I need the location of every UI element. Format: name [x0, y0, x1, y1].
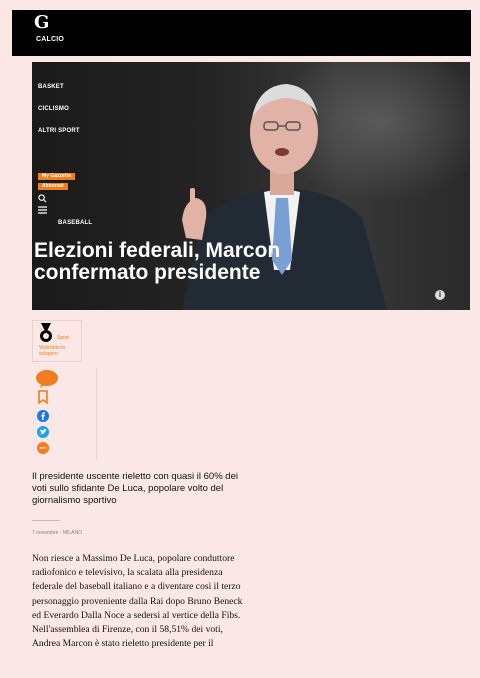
sport-box[interactable]: Sport Vedi tutto lo sciopero	[32, 320, 82, 362]
nav-item-calcio[interactable]: CALCIO	[36, 36, 64, 43]
more-icon[interactable]	[37, 442, 49, 454]
bookmark-icon[interactable]	[38, 390, 48, 404]
medal-icon	[40, 323, 52, 342]
my-gazzetta-button[interactable]: My Gazzetta	[38, 173, 75, 180]
article-lede: Il presidente uscente rieletto con quasi…	[32, 471, 238, 506]
gazzetta-logo[interactable]: G	[34, 14, 49, 32]
hero-image: BASKET CICLISMO ALTRI SPORT My Gazzetta …	[32, 62, 470, 310]
search-icon[interactable]	[38, 194, 47, 203]
nav-item-ciclismo[interactable]: CICLISMO	[38, 106, 69, 112]
article-dateline: 7 novembre - MILANO	[32, 530, 83, 536]
top-navigation-bar: G CALCIO	[12, 10, 471, 56]
article-body: Non riesce a Massimo De Luca, popolare c…	[32, 553, 243, 650]
abbonati-button[interactable]: Abbonati	[38, 183, 68, 190]
nav-item-basket[interactable]: BASKET	[38, 84, 64, 90]
twitter-icon[interactable]	[37, 426, 49, 438]
info-icon[interactable]: i	[435, 290, 445, 300]
menu-icon[interactable]	[38, 206, 47, 214]
article-title: Elezioni federali, Marcon confermato pre…	[34, 239, 281, 284]
sport-label: Sport	[57, 335, 69, 341]
facebook-icon[interactable]	[37, 410, 49, 422]
sport-link[interactable]: Vedi tutto lo sciopero	[39, 345, 81, 357]
divider	[32, 520, 60, 521]
share-column	[32, 368, 97, 460]
nav-item-baseball[interactable]: BASEBALL	[58, 220, 92, 226]
nav-item-altri-sport[interactable]: ALTRI SPORT	[38, 128, 80, 134]
comment-icon[interactable]	[36, 370, 58, 388]
